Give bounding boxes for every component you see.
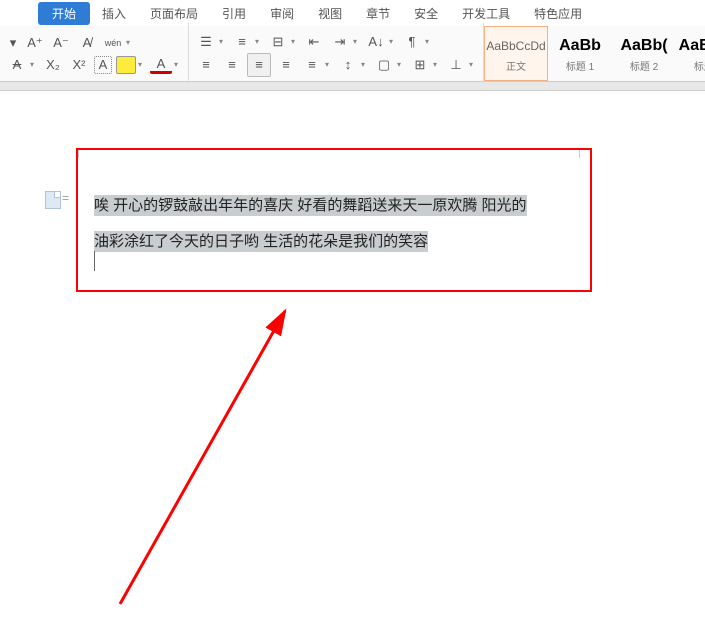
selected-text-line1[interactable]: 唉 开心的锣鼓敲出年年的喜庆 好看的舞蹈送来天一原欢腾 阳光的 (94, 195, 527, 216)
numbering-button[interactable]: ≡ (231, 31, 253, 53)
tab-developer[interactable]: 开发工具 (450, 1, 522, 26)
style-preview: AaBbC( (679, 35, 705, 57)
tab-pagelayout[interactable]: 页面布局 (138, 1, 210, 26)
clear-format-button[interactable]: A̸ (76, 32, 98, 54)
dropdown-icon[interactable]: ▾ (30, 60, 38, 69)
style-label: 正文 (506, 58, 526, 73)
style-preview: AaBb (559, 35, 601, 57)
dropdown-icon[interactable]: ▾ (138, 60, 146, 69)
style-label: 标题 3 (694, 58, 705, 73)
subscript-button[interactable]: X₂ (42, 54, 64, 76)
char-border-button[interactable]: A (94, 56, 112, 74)
dropdown-icon[interactable]: ▾ (291, 37, 299, 46)
strike-button[interactable]: A (6, 54, 28, 76)
dropdown-icon[interactable]: ▾ (469, 60, 477, 69)
tab-security[interactable]: 安全 (402, 1, 450, 26)
annotation-arrow (100, 306, 300, 606)
style-preview: AaBbCcDd (486, 35, 545, 57)
phonetic-guide-button[interactable]: wén (102, 32, 124, 54)
tab-view[interactable]: 视图 (306, 1, 354, 26)
style-preview: AaBb( (620, 35, 667, 57)
font-color-button[interactable]: A (150, 55, 172, 74)
align-distribute-button[interactable]: ≡ (301, 54, 323, 76)
document-page[interactable]: = 唉 开心的锣鼓敲出年年的喜庆 好看的舞蹈送来天一原欢腾 阳光的 油彩涂红了今… (0, 91, 705, 631)
dropdown-icon[interactable]: ▾ (433, 60, 441, 69)
font-combo-icon[interactable]: ▾ (6, 32, 20, 54)
tab-references[interactable]: 引用 (210, 1, 258, 26)
sort-button[interactable]: A↓ (365, 31, 387, 53)
ruler-marks (78, 150, 586, 160)
align-right-button[interactable]: ≡ (247, 53, 271, 77)
dropdown-icon[interactable]: ▾ (353, 37, 361, 46)
dropdown-icon[interactable]: ▾ (126, 38, 134, 47)
tab-special[interactable]: 特色应用 (522, 1, 594, 26)
dropdown-icon[interactable]: ▾ (255, 37, 263, 46)
dropdown-icon[interactable]: ▾ (425, 37, 433, 46)
document-icon (45, 191, 61, 209)
multilevel-button[interactable]: ⊟ (267, 31, 289, 53)
indent-increase-button[interactable]: ⇥ (329, 31, 351, 53)
align-left-button[interactable]: ≡ (195, 54, 217, 76)
highlight-button[interactable] (116, 56, 136, 74)
tab-start[interactable]: 开始 (38, 2, 90, 25)
borders-button[interactable]: ⊞ (409, 54, 431, 76)
style-label: 标题 1 (566, 58, 594, 73)
dropdown-icon[interactable]: ▾ (174, 60, 182, 69)
line-spacing-button[interactable]: ↕ (337, 54, 359, 76)
dropdown-icon[interactable]: ▾ (361, 60, 369, 69)
tab-chapter[interactable]: 章节 (354, 1, 402, 26)
font-decrease-button[interactable]: A⁻ (50, 32, 72, 54)
styles-gallery: AaBbCcDd 正文 AaBb 标题 1 AaBb( 标题 2 AaBbC( … (484, 26, 705, 81)
dropdown-icon[interactable]: ▾ (219, 37, 227, 46)
dropdown-icon[interactable]: ▾ (397, 60, 405, 69)
dropdown-icon[interactable]: ▾ (325, 60, 333, 69)
paragraph-group: ☰▾ ≡▾ ⊟▾ ⇤ ⇥▾ A↓▾ ¶▾ ≡ ≡ ≡ ≡ ≡▾ ↕▾ ▢▾ ⊞▾… (189, 23, 484, 84)
document-text[interactable]: 唉 开心的锣鼓敲出年年的喜庆 好看的舞蹈送来天一原欢腾 阳光的 油彩涂红了今天的… (94, 188, 580, 260)
align-justify-button[interactable]: ≡ (275, 54, 297, 76)
showmark-button[interactable]: ¶ (401, 31, 423, 53)
text-cursor (94, 251, 95, 271)
indent-decrease-button[interactable]: ⇤ (303, 31, 325, 53)
ribbon: ▾ A⁺ A⁻ A̸ wén ▾ A ▾ X₂ X² A ▾ A ▾ ☰▾ ≡▾… (0, 26, 705, 82)
tab-insert[interactable]: 插入 (90, 1, 138, 26)
selected-text-line2[interactable]: 油彩涂红了今天的日子哟 生活的花朵是我们的笑容 (94, 231, 428, 252)
shading-button[interactable]: ▢ (373, 54, 395, 76)
align-center-button[interactable]: ≡ (221, 54, 243, 76)
style-normal[interactable]: AaBbCcDd 正文 (484, 26, 548, 81)
tab-review[interactable]: 审阅 (258, 1, 306, 26)
superscript-button[interactable]: X² (68, 54, 90, 76)
font-increase-button[interactable]: A⁺ (24, 32, 46, 54)
tab-stops-button[interactable]: ⊥ (445, 54, 467, 76)
style-label: 标题 2 (630, 58, 658, 73)
style-heading2[interactable]: AaBb( 标题 2 (612, 26, 676, 81)
style-heading1[interactable]: AaBb 标题 1 (548, 26, 612, 81)
font-group: ▾ A⁺ A⁻ A̸ wén ▾ A ▾ X₂ X² A ▾ A ▾ (0, 23, 189, 84)
style-heading3[interactable]: AaBbC( 标题 3 (676, 26, 705, 81)
outline-marker-icon: = (62, 191, 69, 205)
dropdown-icon[interactable]: ▾ (389, 37, 397, 46)
bullets-button[interactable]: ☰ (195, 31, 217, 53)
